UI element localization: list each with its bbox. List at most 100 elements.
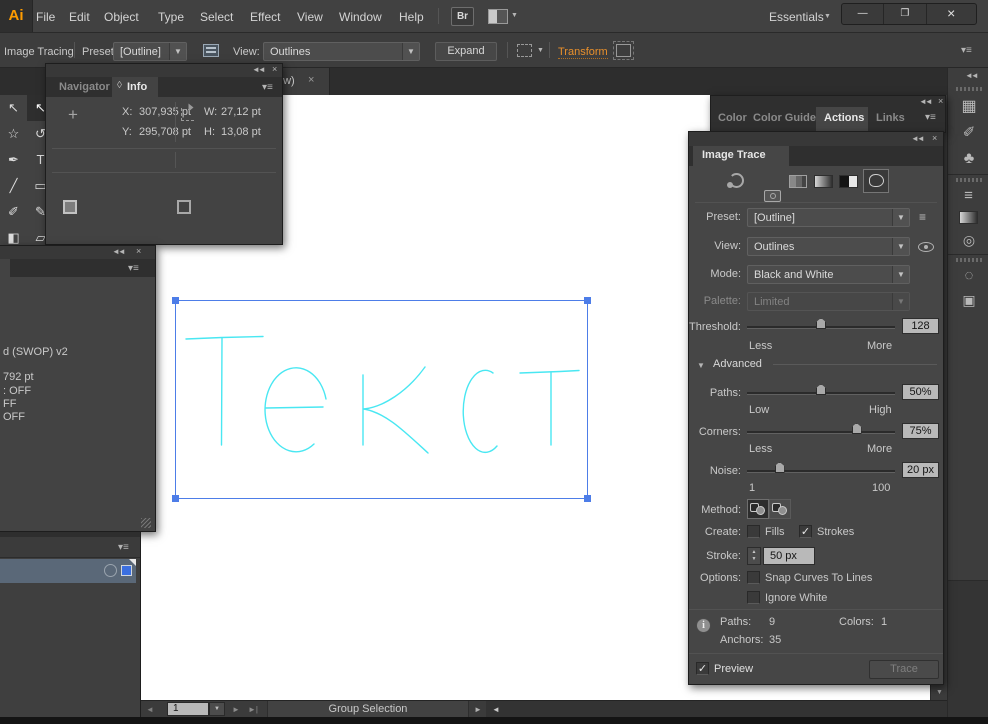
workspace-arrow-icon[interactable]: ▼ [824,13,831,20]
horizontal-scrollbar[interactable]: ◄ ► [486,701,947,718]
panel-close-icon[interactable]: × [938,96,943,106]
document-info-header[interactable]: ◄◄ × [0,246,155,259]
status-tool-indicator[interactable]: Group Selection [267,701,469,718]
line-segment-tool[interactable]: ╱ [0,173,27,199]
grayscale-preset-icon[interactable] [814,175,833,188]
panel-resize-grip[interactable] [141,518,151,528]
isolate-arrow-icon[interactable]: ▼ [537,47,544,54]
preset-menu-icon[interactable]: ≡ [919,210,927,224]
bridge-icon[interactable]: Br [451,7,474,26]
threshold-slider[interactable] [747,326,895,329]
preset-dropdown-arrow-icon[interactable]: ▼ [169,43,186,60]
low-color-preset-icon[interactable] [789,175,807,188]
ignore-white-checkbox[interactable] [747,591,760,604]
tab-navigator[interactable]: Navigator [59,81,110,93]
noise-slider[interactable] [747,470,895,473]
stroke-stepper-up-icon[interactable]: ▲ [748,548,760,556]
info-panel-close-icon[interactable]: × [272,64,277,74]
page-dropdown-arrow-icon[interactable]: ▼ [209,702,225,716]
strokes-checkbox[interactable]: ✓ [799,525,812,538]
status-expand-icon[interactable]: ► [474,705,482,714]
dock-gripper[interactable] [956,87,982,91]
layer-target-icon[interactable] [104,564,117,577]
corners-value[interactable]: 75% [902,423,939,439]
method-overlapping-button[interactable] [769,499,791,519]
next-page-icon[interactable]: ► [232,705,240,714]
trace-button[interactable]: Trace [869,660,939,679]
maximize-button[interactable]: ❐ [884,4,926,24]
preset-field-arrow-icon[interactable]: ▼ [892,209,909,226]
control-panel-menu-icon[interactable]: ▾≡ [961,45,972,56]
scroll-left-icon[interactable]: ◄ [492,705,500,714]
dock-collapse-icon[interactable]: ◄◄ [965,71,977,80]
paths-slider-thumb[interactable] [816,384,826,395]
layers-panel-menu-icon[interactable]: ▾≡ [118,542,129,553]
menu-select[interactable]: Select [200,10,233,24]
mode-field-arrow-icon[interactable]: ▼ [892,266,909,283]
graphic-styles-panel-icon[interactable]: ▣ [954,288,984,312]
info-panel-menu-icon[interactable]: ▾≡ [262,82,273,93]
paths-value[interactable]: 50% [902,384,939,400]
menu-help[interactable]: Help [399,10,424,24]
corners-slider-thumb[interactable] [852,423,862,434]
canvas-artwork[interactable] [160,290,600,510]
dock-gripper[interactable] [956,258,982,262]
last-page-icon[interactable]: ►| [248,705,258,714]
info-panel-header[interactable]: ◄◄ × [46,64,282,77]
dock-gripper[interactable] [956,178,982,182]
corners-slider[interactable] [747,431,895,434]
image-trace-header[interactable]: ◄◄ × [689,132,943,146]
auto-color-preset-icon[interactable] [729,173,744,188]
fill-swatch[interactable] [63,200,77,214]
stroke-swatch[interactable] [177,200,191,214]
page-number-input[interactable]: 1 [167,702,209,716]
tab-info[interactable]: ◊ Info [112,77,158,97]
threshold-slider-thumb[interactable] [816,318,826,329]
view-field-dropdown[interactable]: Outlines ▼ [747,237,910,256]
tab-color[interactable]: Color [718,112,747,124]
view-dropdown[interactable]: Outlines ▼ [263,42,420,61]
black-and-white-preset-icon[interactable] [839,175,858,188]
preview-eye-icon[interactable] [918,242,934,252]
preset-dropdown[interactable]: [Outline] ▼ [113,42,187,61]
panel-menu-icon[interactable]: ▾≡ [925,112,936,123]
noise-slider-thumb[interactable] [775,462,785,473]
preview-checkbox[interactable]: ✓ [696,662,709,675]
menu-edit[interactable]: Edit [69,10,90,24]
transparency-panel-icon[interactable]: ◎ [954,228,984,252]
layers-panel-header[interactable]: ▾≡ [0,537,140,558]
arrange-documents-icon[interactable] [488,9,508,24]
info-panel-collapse-icon[interactable]: ◄◄ [252,65,264,74]
minimize-button[interactable]: — [842,4,884,24]
view-field-arrow-icon[interactable]: ▼ [892,238,909,255]
image-trace-collapse-icon[interactable]: ◄◄ [911,134,923,143]
menu-view[interactable]: View [297,10,323,24]
document-info-collapse-icon[interactable]: ◄◄ [112,247,124,256]
fills-checkbox[interactable] [747,525,760,538]
document-info-close-icon[interactable]: × [136,246,141,256]
appearance-panel-icon[interactable]: ◌ [954,264,984,288]
image-trace-close-icon[interactable]: × [932,133,937,143]
preset-field-dropdown[interactable]: [Outline] ▼ [747,208,910,227]
workspace-switcher[interactable]: Essentials [769,10,824,24]
align-icon[interactable] [616,44,631,57]
symbols-panel-icon[interactable]: ♣ [954,146,984,172]
mode-field-dropdown[interactable]: Black and White ▼ [747,265,910,284]
outline-preset-icon[interactable] [863,169,889,193]
view-dropdown-arrow-icon[interactable]: ▼ [402,43,419,60]
scroll-down-icon[interactable]: ▼ [933,686,946,700]
snap-curves-checkbox[interactable] [747,571,760,584]
high-color-photo-preset-icon[interactable] [764,190,781,202]
tab-actions[interactable]: Actions [816,107,868,134]
stroke-width-input[interactable]: 50 px [763,547,815,565]
paths-slider[interactable] [747,392,895,395]
stroke-stepper[interactable]: ▲ ▼ [747,547,761,565]
swatches-panel-icon[interactable]: ▦ [954,94,984,120]
stroke-stepper-down-icon[interactable]: ▼ [748,556,760,563]
layer-row-selected[interactable] [0,559,136,583]
selection-tool[interactable]: ↖ [0,95,27,121]
magic-wand-tool[interactable]: ☆ [0,121,27,147]
isolate-selection-icon[interactable] [517,44,532,57]
paintbrush-tool[interactable]: ✐ [0,199,27,225]
close-button[interactable]: × [927,4,977,24]
